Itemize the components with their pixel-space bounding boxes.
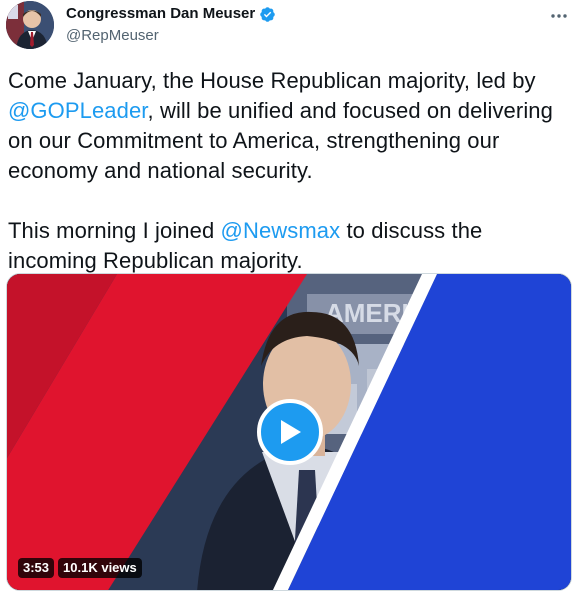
tweet-text: Come January, the House Republican major…: [8, 66, 574, 276]
tweet: Congressman Dan Meuser @RepMeuser Come J…: [0, 0, 583, 599]
views-badge: 10.1K views: [58, 558, 142, 578]
more-button[interactable]: [545, 6, 573, 26]
tweet-paragraph-2: This morning I joined @Newsmax to discus…: [8, 216, 574, 276]
mention-link[interactable]: @Newsmax: [221, 218, 341, 243]
text-segment: Come January, the House Republican major…: [8, 68, 536, 93]
video-player[interactable]: AMERI 3:53 10.1K views: [6, 273, 572, 591]
name-row: Congressman Dan Meuser: [66, 4, 276, 24]
duration-badge: 3:53: [18, 558, 55, 578]
tweet-paragraph-1: Come January, the House Republican major…: [8, 66, 574, 186]
play-icon: [281, 420, 301, 444]
video-badges: 3:53 10.1K views: [18, 558, 142, 578]
text-segment: This morning I joined: [8, 218, 221, 243]
more-dots-icon: [551, 14, 567, 18]
verified-badge-icon: [259, 6, 276, 23]
display-name[interactable]: Congressman Dan Meuser: [66, 4, 255, 24]
author-block: Congressman Dan Meuser @RepMeuser: [66, 4, 276, 46]
avatar-photo: [6, 1, 54, 49]
play-button[interactable]: [257, 399, 323, 465]
mention-link[interactable]: @GOPLeader: [8, 98, 148, 123]
handle[interactable]: @RepMeuser: [66, 26, 276, 46]
avatar[interactable]: [6, 1, 54, 49]
